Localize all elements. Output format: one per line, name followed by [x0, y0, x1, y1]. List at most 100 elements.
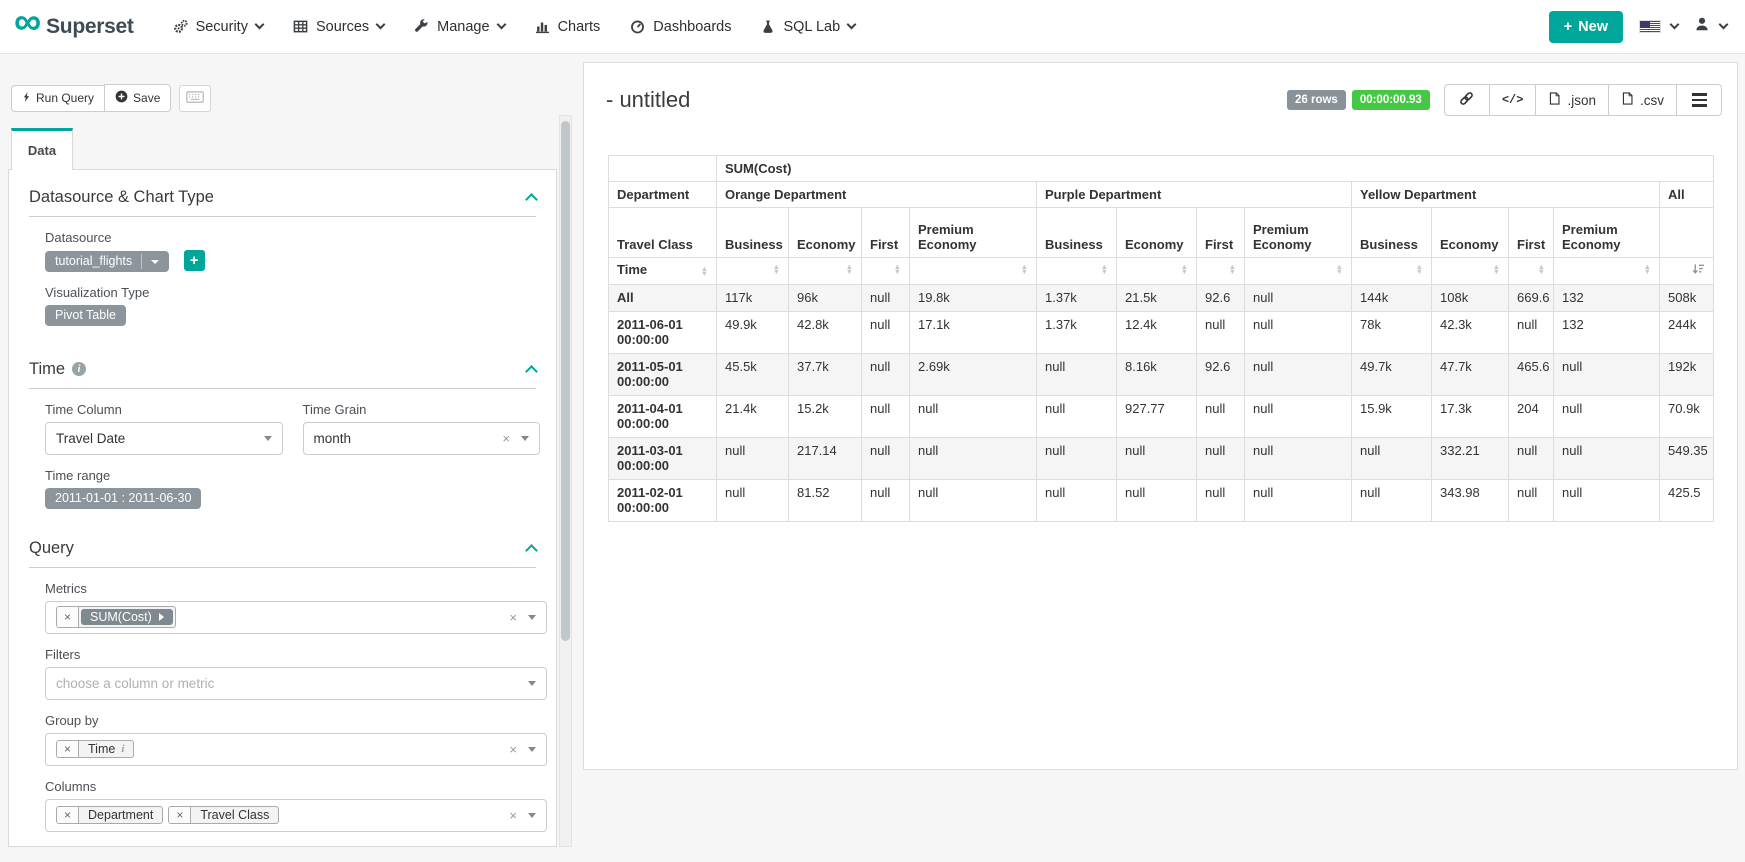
- datasource-section-header: Datasource & Chart Type: [29, 188, 536, 207]
- remove-chip-icon[interactable]: ×: [57, 807, 79, 823]
- sort-icon: ▲▼: [1181, 264, 1188, 274]
- nav-item-sources[interactable]: Sources: [278, 9, 399, 45]
- pivot-cell: 132: [1554, 285, 1660, 312]
- viz-type-chip[interactable]: Pivot Table: [45, 305, 126, 326]
- filters-select[interactable]: choose a column or metric: [45, 667, 547, 700]
- save-button[interactable]: Save: [104, 84, 171, 112]
- pivot-cell: 17.1k: [910, 312, 1037, 354]
- tab-data[interactable]: Data: [11, 128, 73, 170]
- pivot-column-sort-header[interactable]: ▲▼: [1197, 258, 1245, 285]
- pivot-column-sort-header[interactable]: ▲▼: [717, 258, 789, 285]
- pivot-column-sort-header[interactable]: ▲▼: [1554, 258, 1660, 285]
- pivot-column-sort-header[interactable]: ▲▼: [1352, 258, 1432, 285]
- menu-icon: [1692, 93, 1707, 107]
- export-csv-button[interactable]: .csv: [1608, 84, 1677, 116]
- remove-chip-icon[interactable]: ×: [57, 607, 79, 627]
- language-selector[interactable]: [1639, 20, 1678, 33]
- pivot-cell: 1.37k: [1037, 312, 1117, 354]
- nav-item-sql-lab[interactable]: SQL Lab: [746, 9, 870, 45]
- more-options-button[interactable]: [1676, 84, 1722, 116]
- collapse-section-icon[interactable]: [525, 544, 538, 557]
- nav-item-charts[interactable]: Charts: [520, 9, 616, 45]
- nav-item-dashboards[interactable]: Dashboards: [615, 9, 746, 45]
- metrics-label: Metrics: [45, 581, 540, 596]
- time-column-select[interactable]: Travel Date: [45, 422, 283, 455]
- pivot-metric-header: SUM(Cost): [717, 156, 1714, 182]
- time-grain-select[interactable]: month ×: [303, 422, 541, 455]
- keyboard-shortcuts-button[interactable]: [179, 85, 211, 112]
- pivot-column-sort-header[interactable]: ▲▼: [1117, 258, 1197, 285]
- columns-select[interactable]: ×Department×Travel Class ×: [45, 799, 547, 832]
- pivot-cell: 92.6: [1197, 354, 1245, 396]
- divider: [141, 254, 142, 269]
- metrics-select[interactable]: × SUM(Cost) ×: [45, 601, 547, 634]
- columns-chip[interactable]: ×Travel Class: [168, 806, 279, 824]
- clear-icon[interactable]: ×: [500, 431, 512, 446]
- chart-header-actions: 26 rows 00:00:00.93 </> .json .csv: [1287, 84, 1722, 116]
- run-query-button[interactable]: Run Query: [11, 85, 105, 112]
- pivot-cell: null: [910, 480, 1037, 522]
- sort-icon: ▲▼: [773, 264, 780, 274]
- remove-chip-icon[interactable]: ×: [169, 807, 191, 823]
- clear-icon[interactable]: ×: [507, 742, 519, 757]
- remove-chip-icon[interactable]: ×: [57, 741, 79, 757]
- row-count-badge: 26 rows: [1287, 90, 1346, 110]
- collapse-section-icon[interactable]: [525, 365, 538, 378]
- time-range-chip[interactable]: 2011-01-01 : 2011-06-30: [45, 488, 201, 509]
- pivot-column-sort-header[interactable]: [1660, 258, 1714, 285]
- pivot-cell: null: [1245, 438, 1352, 480]
- groupby-field: Group by × Time i ×: [45, 713, 540, 766]
- pivot-class-header: Business: [1352, 208, 1432, 258]
- pivot-column-sort-header[interactable]: ▲▼: [862, 258, 910, 285]
- pivot-column-sort-header[interactable]: ▲▼: [1037, 258, 1117, 285]
- controls-scrollbar-track[interactable]: [559, 115, 572, 847]
- datasource-chip[interactable]: tutorial_flights: [45, 251, 169, 272]
- view-query-button[interactable]: </>: [1489, 84, 1537, 116]
- nav-item-manage[interactable]: Manage: [399, 9, 519, 45]
- pivot-cell: 217.14: [789, 438, 862, 480]
- divider: [29, 567, 536, 568]
- pivot-class-header: Premium Economy: [1554, 208, 1660, 258]
- pivot-column-sort-header[interactable]: ▲▼: [789, 258, 862, 285]
- metric-chip[interactable]: × SUM(Cost): [56, 606, 176, 628]
- pivot-column-sort-header[interactable]: ▲▼: [1509, 258, 1554, 285]
- groupby-select[interactable]: × Time i ×: [45, 733, 547, 766]
- pivot-class-header: First: [1197, 208, 1245, 258]
- columns-label: Columns: [45, 779, 540, 794]
- nav-item-security[interactable]: Security: [158, 9, 278, 45]
- pivot-cell: null: [1509, 480, 1554, 522]
- user-menu[interactable]: [1694, 16, 1727, 37]
- pivot-cell: null: [1197, 438, 1245, 480]
- query-section-header: Query: [29, 539, 536, 558]
- us-flag-icon: [1639, 20, 1661, 33]
- pivot-column-sort-header[interactable]: ▲▼: [1432, 258, 1509, 285]
- new-button[interactable]: +New: [1549, 11, 1623, 43]
- groupby-chip[interactable]: × Time i: [56, 740, 134, 758]
- columns-field: Columns ×Department×Travel Class ×: [45, 779, 540, 832]
- sort-icon: ▲▼: [1101, 264, 1108, 274]
- time-column-label: Time Column: [45, 402, 283, 417]
- clear-icon[interactable]: ×: [507, 808, 519, 823]
- collapse-section-icon[interactable]: [525, 193, 538, 206]
- share-link-button[interactable]: [1444, 84, 1490, 116]
- columns-chip[interactable]: ×Department: [56, 806, 163, 824]
- controls-scrollbar-thumb[interactable]: [561, 121, 570, 641]
- pivot-cell: null: [1197, 396, 1245, 438]
- pivot-column-sort-header[interactable]: ▲▼: [1245, 258, 1352, 285]
- nav-item-label: Dashboards: [653, 19, 731, 35]
- clear-icon[interactable]: ×: [507, 610, 519, 625]
- pivot-cell: null: [1554, 354, 1660, 396]
- chart-title[interactable]: - untitled: [606, 87, 690, 113]
- pivot-cell: null: [862, 480, 910, 522]
- pivot-cell: 49.7k: [1352, 354, 1432, 396]
- divider: [29, 388, 536, 389]
- superset-logo[interactable]: ∞ Superset: [0, 15, 134, 39]
- pivot-cell: 192k: [1660, 354, 1714, 396]
- pivot-time-sort-header[interactable]: Time▲▼: [609, 258, 717, 285]
- info-icon[interactable]: i: [72, 362, 86, 376]
- export-json-button[interactable]: .json: [1535, 84, 1609, 116]
- add-datasource-button[interactable]: +: [184, 250, 205, 271]
- chip-label: Travel Class: [191, 807, 278, 823]
- pivot-cell: null: [1245, 354, 1352, 396]
- pivot-column-sort-header[interactable]: ▲▼: [910, 258, 1037, 285]
